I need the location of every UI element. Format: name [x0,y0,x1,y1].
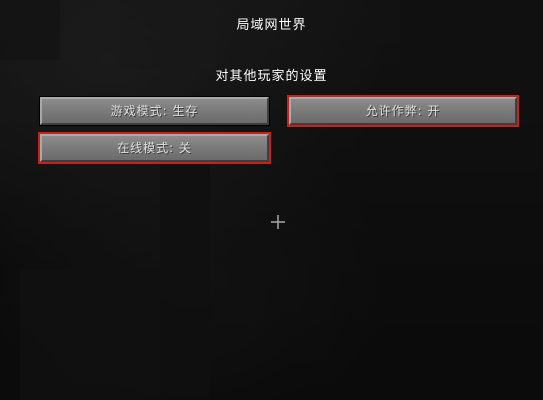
game-mode-button[interactable]: 游戏模式: 生存 [39,96,270,126]
settings-subtitle: 对其他玩家的设置 [215,69,328,84]
lan-world-screen: 局域网世界 对其他玩家的设置 游戏模式: 生存 允许作弊: 开 在线模式: 关 [0,0,543,400]
online-mode-button[interactable]: 在线模式: 关 [38,132,271,164]
dim-overlay [0,0,543,400]
allow-cheats-button[interactable]: 允许作弊: 开 [287,95,519,127]
screen-title: 局域网世界 [236,18,307,33]
crosshair-icon [271,215,285,229]
